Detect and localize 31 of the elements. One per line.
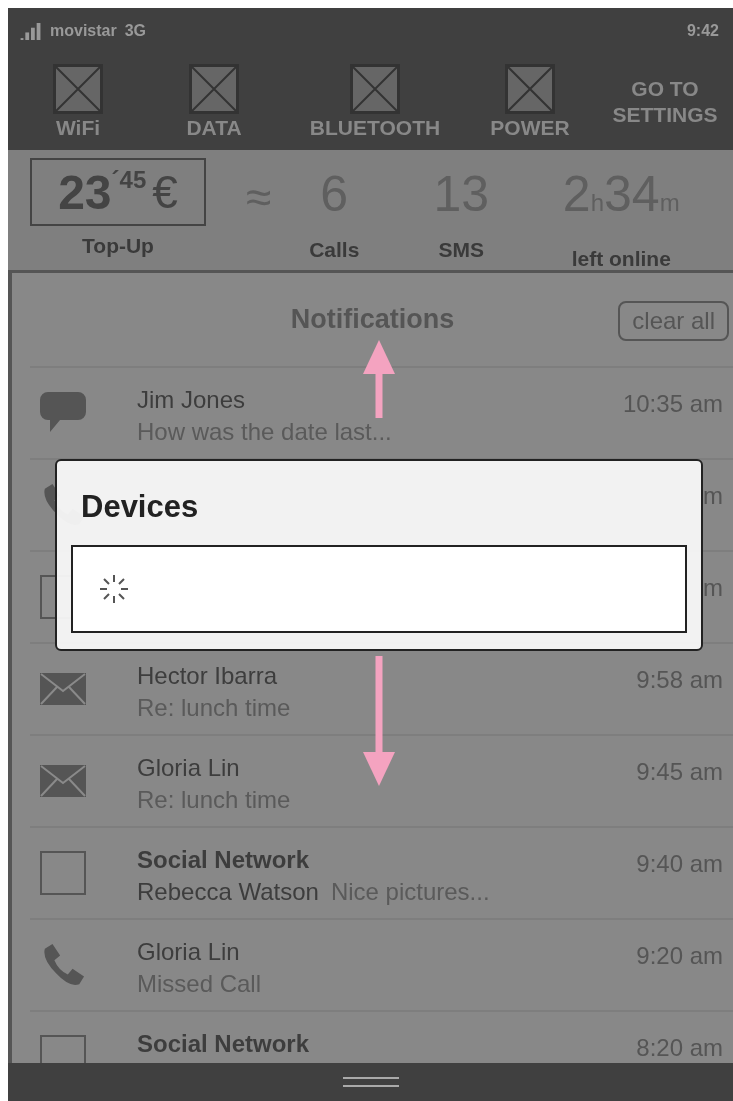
- toggle-button[interactable]: POWER: [480, 64, 580, 140]
- stat-label: SMS: [438, 238, 484, 262]
- carrier-name: movistar: [50, 22, 117, 40]
- notification-subtitle: Rebecca Watson: [137, 878, 319, 906]
- drag-handle-icon[interactable]: [342, 1077, 399, 1087]
- notification-title: Social Network: [137, 846, 311, 874]
- approx-sign: ≈: [246, 170, 272, 224]
- notification-title: Gloria Lin: [137, 754, 241, 782]
- notification-title: Social Network: [137, 1030, 311, 1058]
- stat-label: Calls: [309, 238, 360, 262]
- balance-box[interactable]: 23$^{´45}$€: [30, 158, 206, 226]
- dialog-title: Devices: [81, 489, 200, 525]
- placeholder-icon: [189, 64, 239, 114]
- placeholder-icon: [53, 64, 103, 114]
- notification-title: Jim Jones: [137, 386, 247, 414]
- toggle-button[interactable]: WiFi: [38, 64, 118, 140]
- placeholder-icon: [505, 64, 555, 114]
- image-placeholder-icon: [40, 851, 86, 895]
- notification-title: Gloria Lin: [137, 938, 241, 966]
- settings-button[interactable]: GO TO SETTINGS: [600, 75, 730, 129]
- network-type: 3G: [124, 22, 147, 40]
- toggle-button[interactable]: DATA: [168, 64, 260, 140]
- notification-title: Hector Ibarra: [137, 662, 279, 690]
- envelope-icon: [40, 673, 86, 705]
- placeholder-icon: [350, 64, 400, 114]
- envelope-icon: [40, 765, 86, 797]
- balance-label: Top-Up: [82, 234, 154, 258]
- signal-icon: [20, 22, 42, 40]
- clock-time: 9:42: [686, 22, 719, 40]
- toggle-button[interactable]: BLUETOOTH: [300, 64, 450, 140]
- stat-label: left online: [571, 247, 671, 271]
